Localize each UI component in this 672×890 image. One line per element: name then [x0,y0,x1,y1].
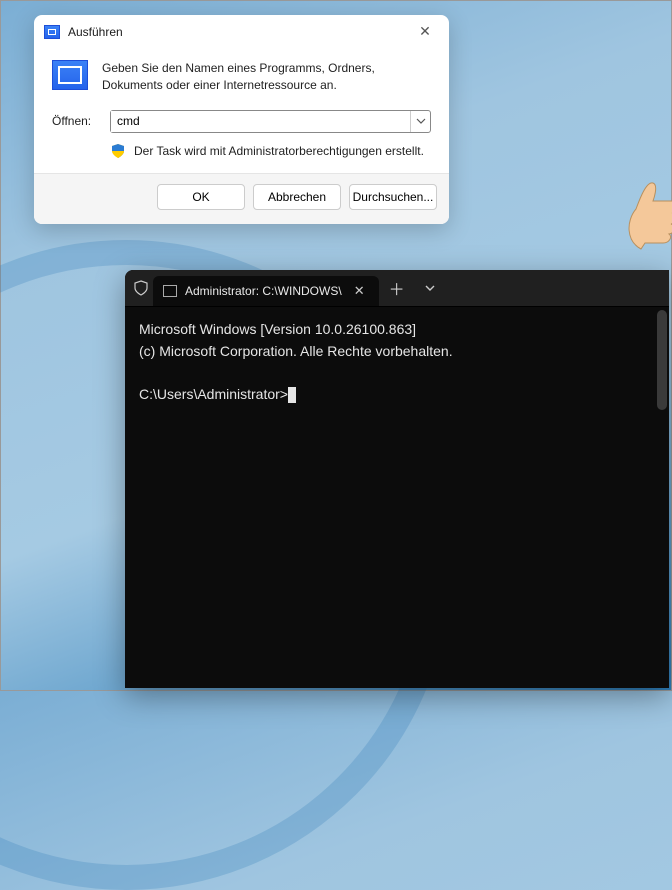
thumbs-up-icon [621,171,672,251]
admin-notice: Der Task wird mit Administratorberechtig… [134,144,424,158]
close-button[interactable]: ✕ [411,23,439,40]
cursor [288,387,296,403]
terminal-output[interactable]: Microsoft Windows [Version 10.0.26100.86… [125,307,669,418]
open-label: Öffnen: [52,114,100,128]
tab-close-icon[interactable]: ✕ [350,283,369,299]
titlebar: Ausführen ✕ [34,15,449,44]
new-tab-button[interactable]: ＋ [379,270,415,306]
cmd-icon [163,285,177,297]
command-input[interactable] [111,111,410,132]
ok-button[interactable]: OK [157,184,245,210]
run-description: Geben Sie den Namen eines Programms, Ord… [102,60,431,94]
tab-bar: Administrator: C:\WINDOWS\ ✕ ＋ [125,270,669,306]
term-line: Microsoft Windows [Version 10.0.26100.86… [139,321,416,337]
term-prompt: C:\Users\Administrator> [139,386,288,402]
term-line: (c) Microsoft Corporation. Alle Rechte v… [139,343,453,359]
tab-menu-chevron-icon[interactable] [415,270,445,306]
shield-icon [133,280,149,296]
command-combobox[interactable] [110,110,431,133]
scrollbar[interactable] [657,310,667,410]
chevron-down-icon[interactable] [410,111,430,132]
cancel-button[interactable]: Abbrechen [253,184,341,210]
run-icon [44,25,60,39]
shield-icon [110,143,126,159]
tab-title: Administrator: C:\WINDOWS\ [185,284,342,298]
tab-active[interactable]: Administrator: C:\WINDOWS\ ✕ [153,276,379,306]
run-dialog: Ausführen ✕ Geben Sie den Namen eines Pr… [34,15,449,224]
window-title: Ausführen [68,25,123,39]
terminal-window: Administrator: C:\WINDOWS\ ✕ ＋ Microsoft… [125,270,669,688]
run-large-icon [52,60,88,90]
browse-button[interactable]: Durchsuchen... [349,184,437,210]
